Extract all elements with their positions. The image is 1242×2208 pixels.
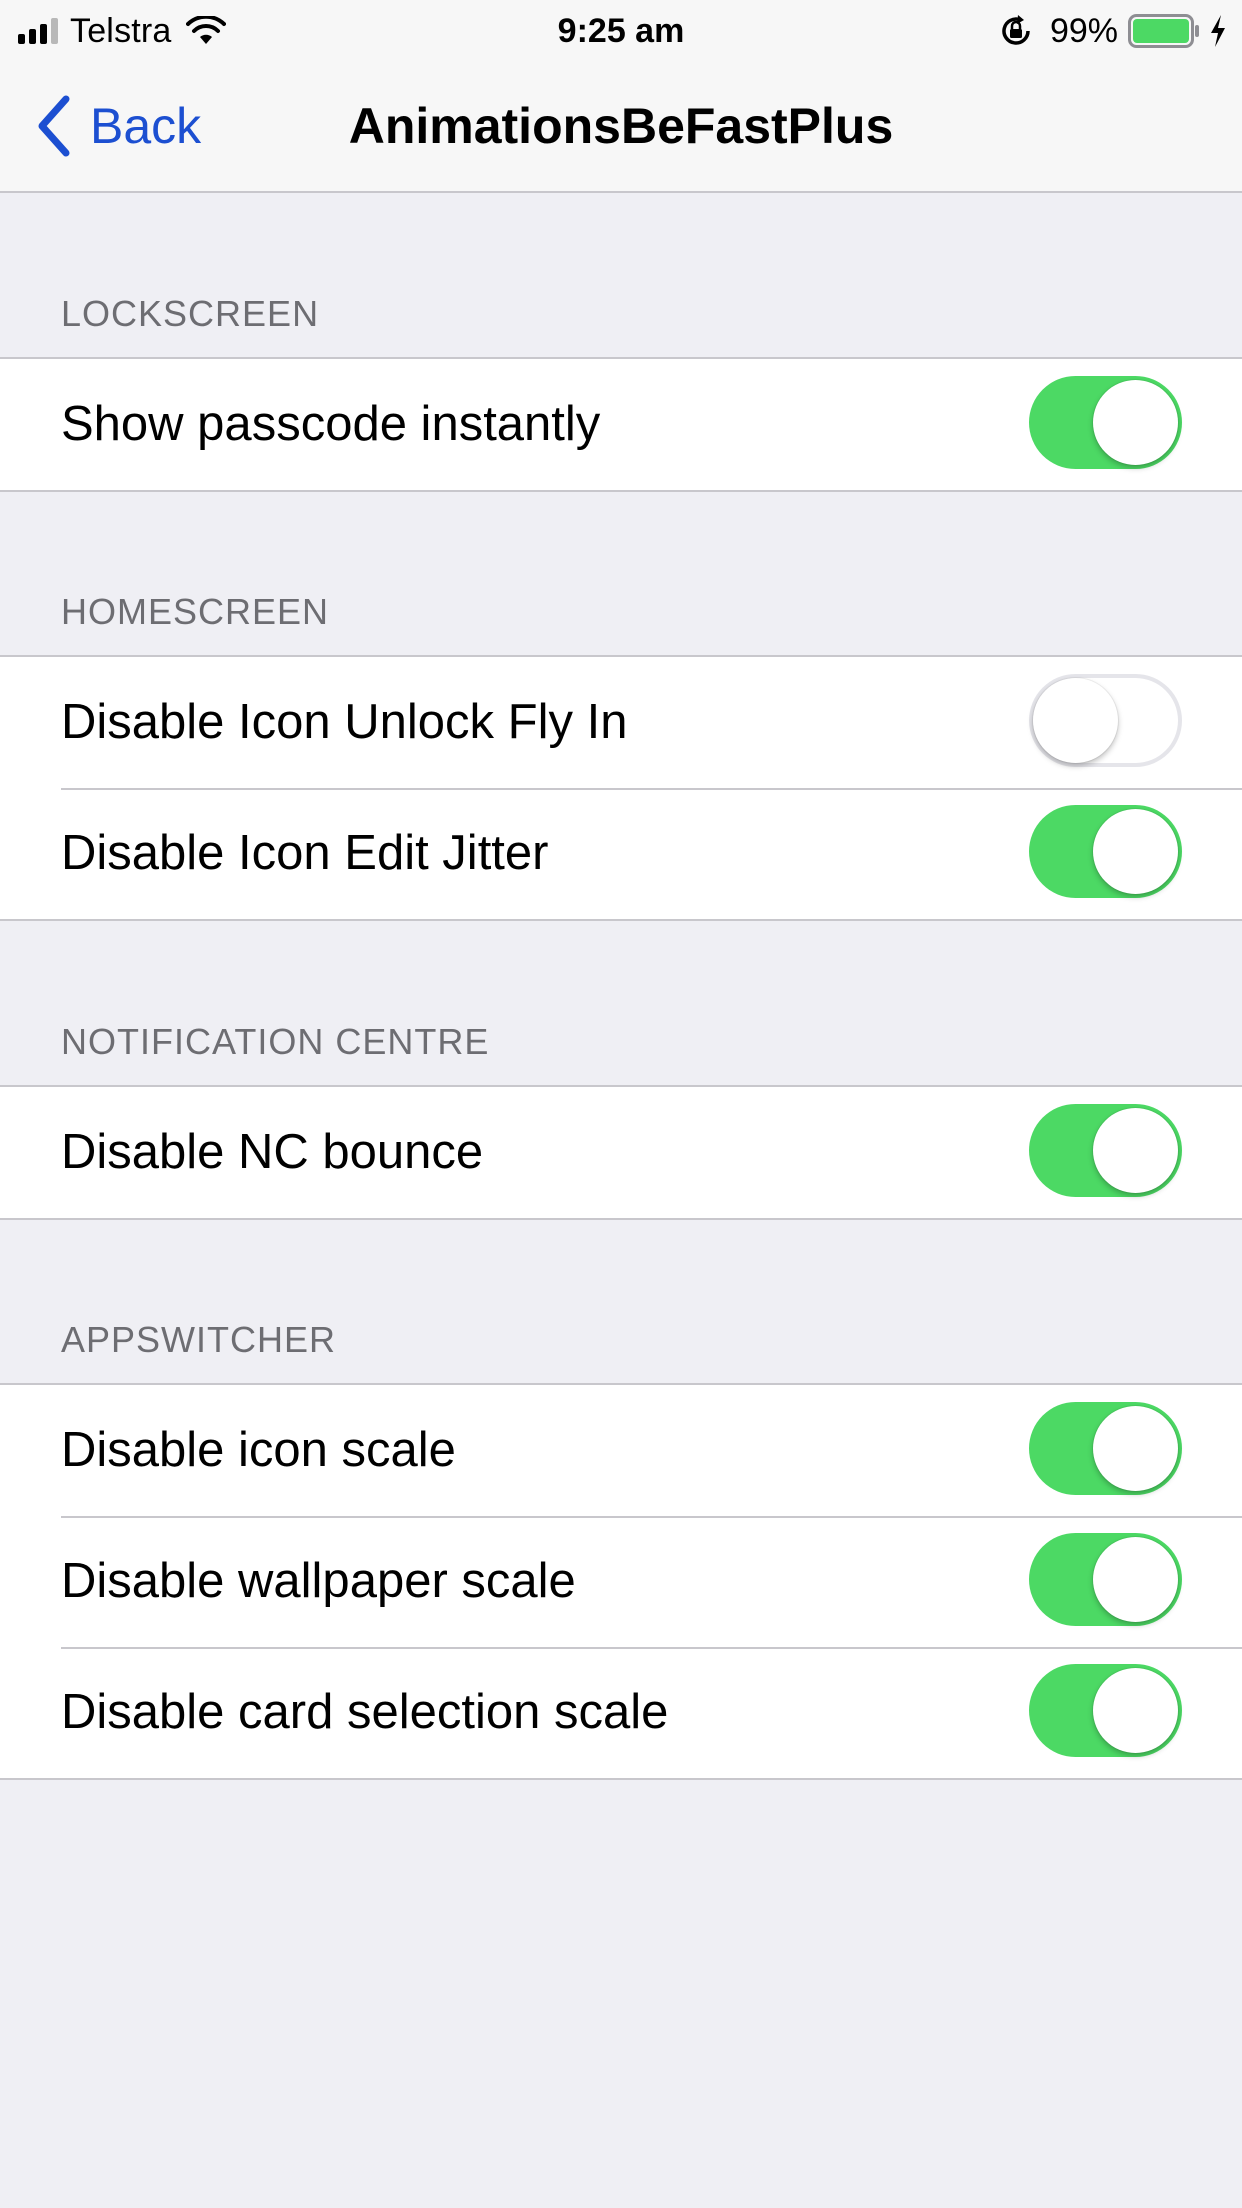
- rotation-lock-icon: [1002, 15, 1030, 45]
- settings-row: Disable Icon Edit Jitter: [0, 788, 1242, 919]
- section-header-lockscreen: LOCKSCREEN: [61, 293, 320, 334]
- row-label: Disable Icon Unlock Fly In: [61, 695, 628, 749]
- section-group-lockscreen: Show passcode instantly: [0, 357, 1242, 492]
- section-group-homescreen: Disable Icon Unlock Fly In Disable Icon …: [0, 655, 1242, 921]
- settings-row: Disable NC bounce: [0, 1087, 1242, 1218]
- toggle-switch[interactable]: [1029, 674, 1182, 767]
- row-label: Disable NC bounce: [61, 1125, 484, 1179]
- toggle-knob: [1093, 1406, 1178, 1491]
- section-header-appswitcher: APPSWITCHER: [61, 1319, 337, 1360]
- row-label: Disable card selection scale: [61, 1685, 669, 1739]
- row-label: Disable wallpaper scale: [61, 1554, 576, 1608]
- toggle-switch[interactable]: [1029, 1104, 1182, 1197]
- toggle-switch[interactable]: [1029, 376, 1182, 469]
- section-header-homescreen: HOMESCREEN: [61, 591, 330, 632]
- toggle-switch[interactable]: [1029, 805, 1182, 898]
- status-right: 99%: [998, 10, 1228, 52]
- status-bar: Telstra 9:25 am 99%: [0, 0, 1242, 60]
- toggle-switch[interactable]: [1029, 1402, 1182, 1495]
- charging-bolt-icon: [1211, 15, 1225, 47]
- battery-icon: [1128, 14, 1199, 48]
- page-title: AnimationsBeFastPlus: [348, 98, 894, 154]
- settings-row: Show passcode instantly: [0, 359, 1242, 490]
- section-header-notification-centre: NOTIFICATION CENTRE: [61, 1021, 490, 1062]
- section-group-notification-centre: Disable NC bounce: [0, 1085, 1242, 1220]
- toggle-knob: [1093, 1108, 1178, 1193]
- toggle-knob: [1093, 809, 1178, 894]
- toggle-knob: [1093, 1537, 1178, 1622]
- settings-row: Disable Icon Unlock Fly In: [0, 657, 1242, 788]
- section-group-appswitcher: Disable icon scale Disable wallpaper sca…: [0, 1383, 1242, 1780]
- row-label: Show passcode instantly: [61, 397, 601, 451]
- settings-row: Disable wallpaper scale: [0, 1516, 1242, 1647]
- toggle-switch[interactable]: [1029, 1664, 1182, 1757]
- navigation-bar: Back AnimationsBeFastPlus: [0, 60, 1242, 193]
- toggle-knob: [1033, 678, 1118, 763]
- toggle-switch[interactable]: [1029, 1533, 1182, 1626]
- battery-percent: 99%: [1049, 11, 1118, 50]
- toggle-knob: [1093, 1668, 1178, 1753]
- settings-row: Disable icon scale: [0, 1385, 1242, 1516]
- settings-row: Disable card selection scale: [0, 1647, 1242, 1778]
- row-label: Disable icon scale: [61, 1423, 456, 1477]
- row-label: Disable Icon Edit Jitter: [61, 826, 549, 880]
- toggle-knob: [1093, 380, 1178, 465]
